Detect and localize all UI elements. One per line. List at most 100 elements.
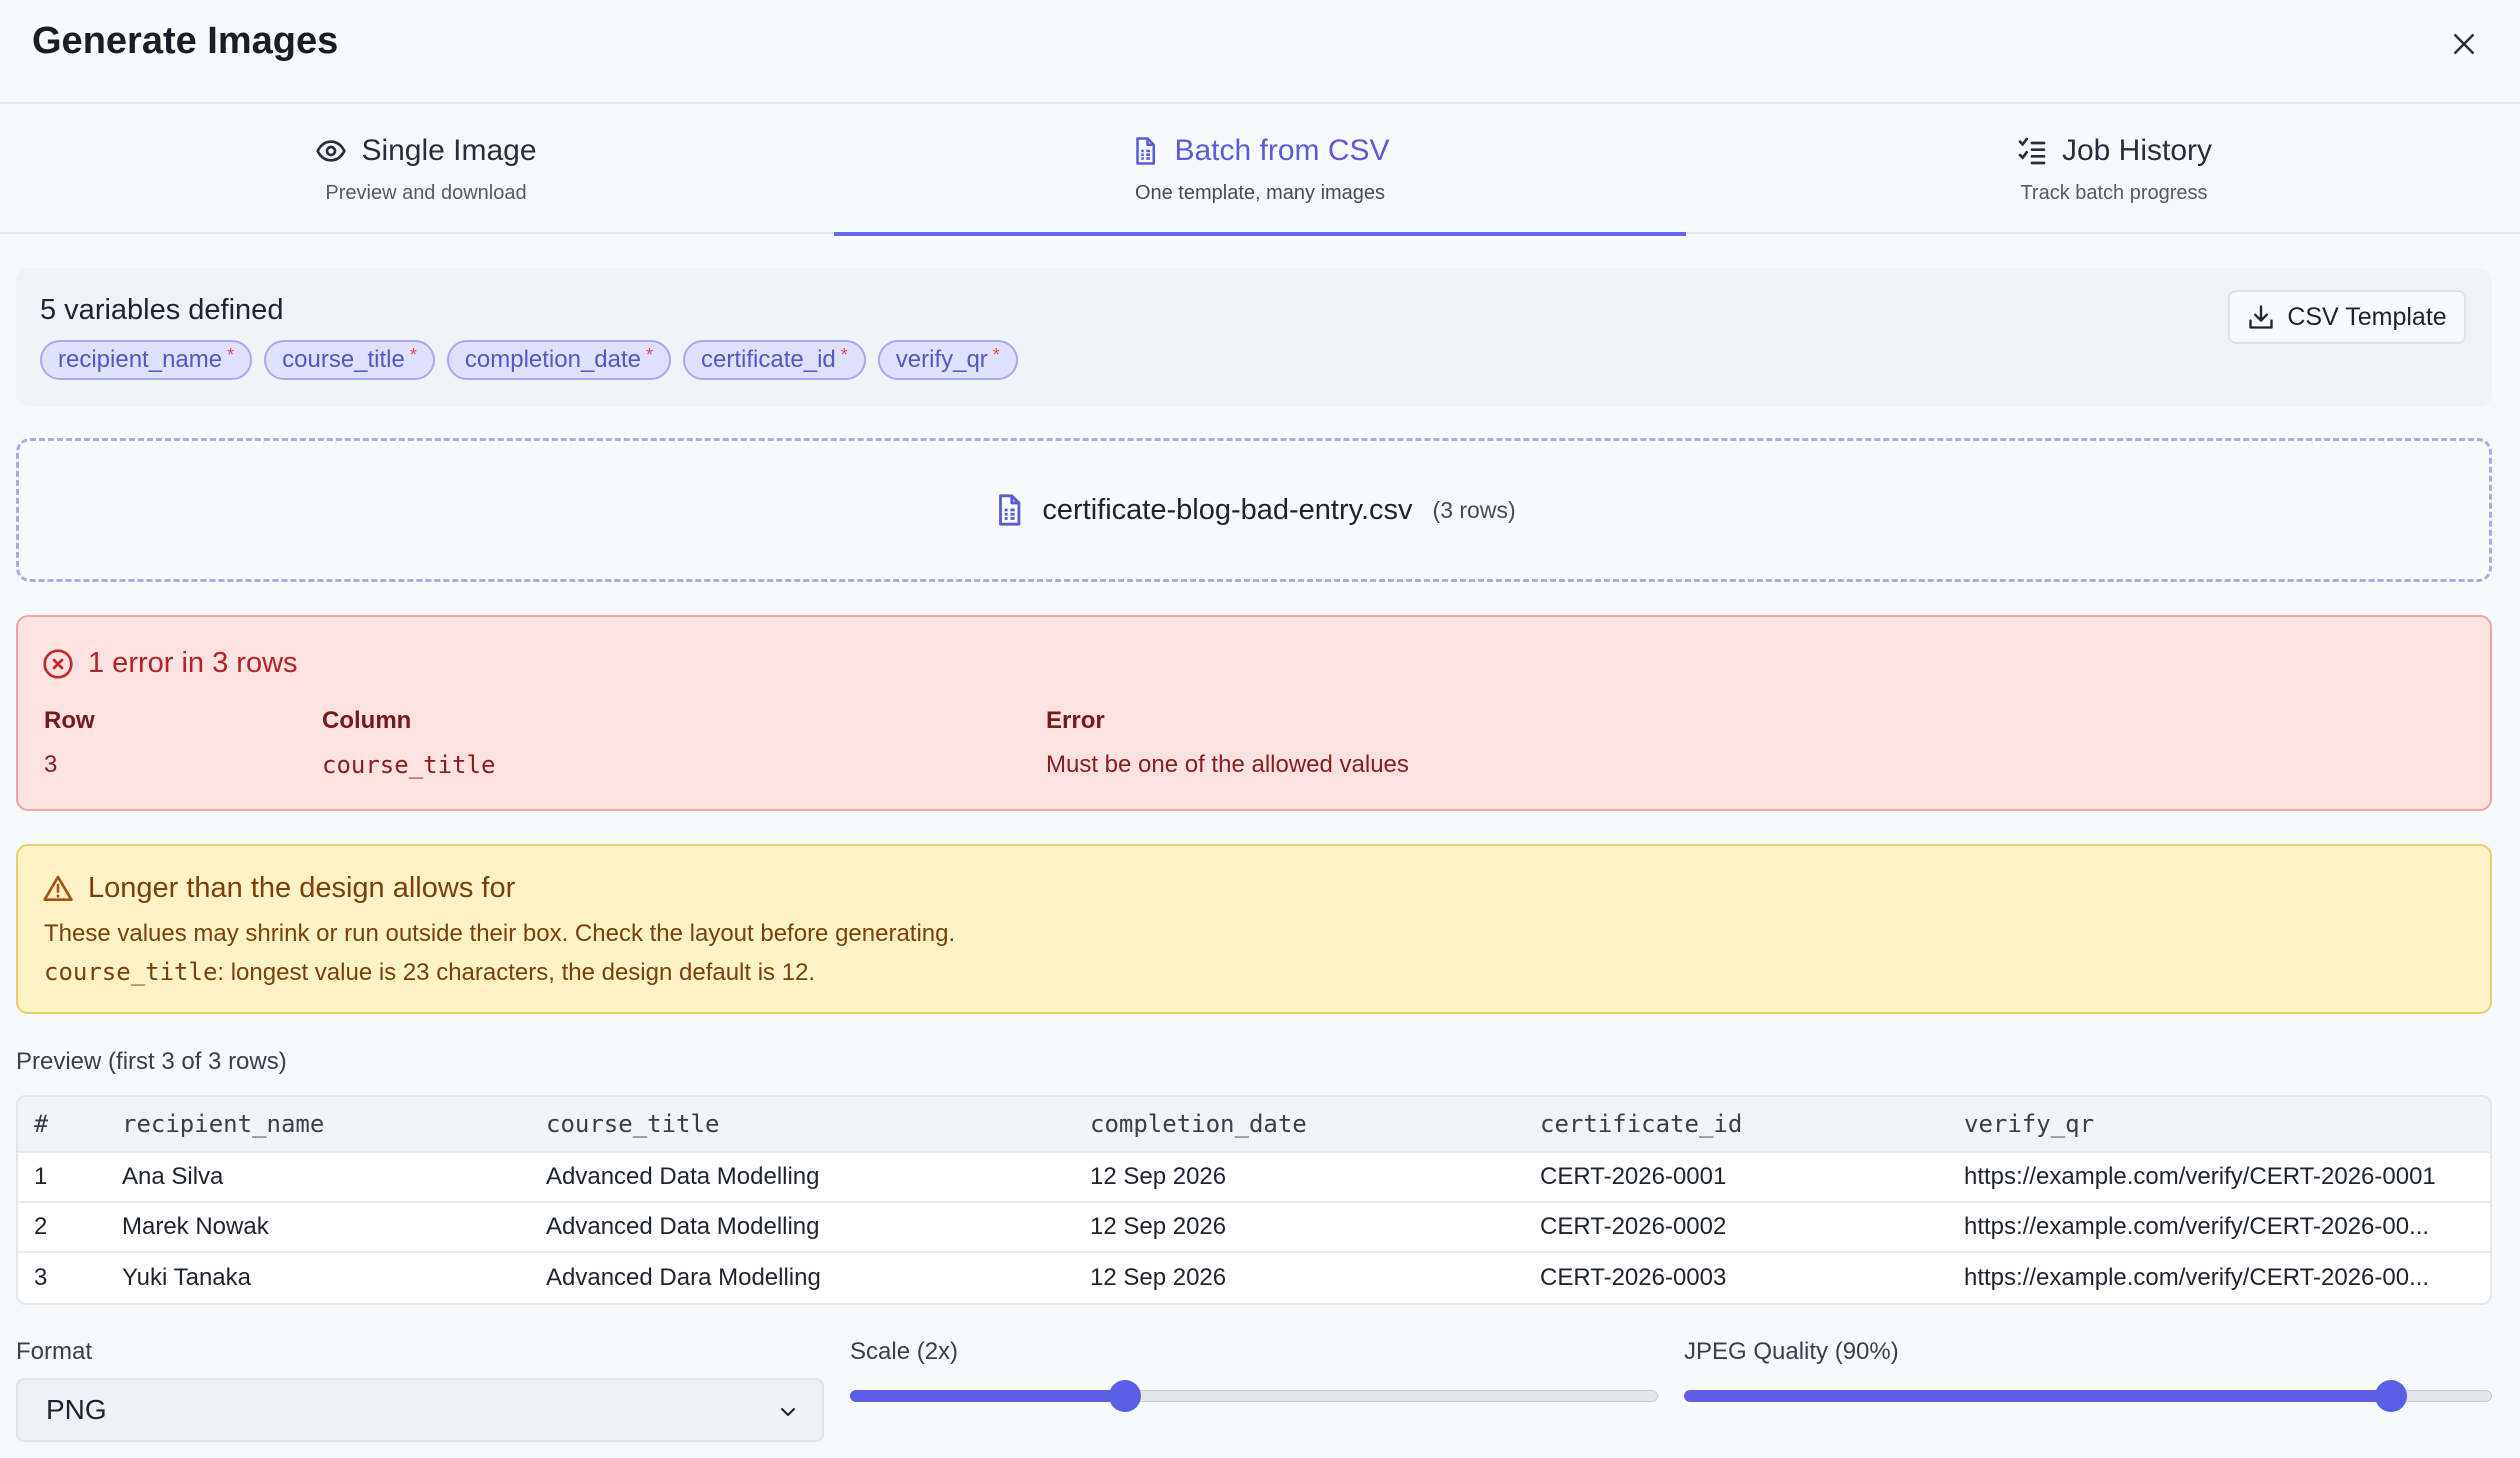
variable-chip[interactable]: recipient_name * (40, 340, 253, 380)
column-header: completion_date (1090, 1110, 1307, 1138)
chip-label: certificate_id (701, 346, 836, 373)
table-cell: Advanced Data Modelling (546, 1163, 820, 1190)
tab-batch-from-csv[interactable]: Batch from CSV One template, many images (834, 104, 1686, 236)
error-message: Must be one of the allowed values (1046, 751, 1409, 778)
warning-detail-text: : longest value is 23 characters, the de… (217, 959, 816, 986)
warning-title: Longer than the design allows for (42, 872, 515, 905)
error-circle-icon (43, 648, 73, 679)
eye-icon (316, 139, 347, 162)
table-cell: 12 Sep 2026 (1090, 1213, 1227, 1240)
warning-triangle-icon (43, 875, 73, 901)
table-header-row: # recipient_name course_title completion… (18, 1097, 2490, 1153)
table-cell: 2 (34, 1213, 48, 1240)
table-cell: 12 Sep 2026 (1090, 1264, 1227, 1291)
scale-slider[interactable] (850, 1378, 1658, 1412)
tab-label: Job History (2061, 133, 2213, 167)
table-cell: https://example.com/verify/CERT-2026-00.… (1964, 1213, 2430, 1240)
error-column-name: course_title (322, 751, 496, 779)
error-header-row: Row (44, 707, 95, 734)
error-header-error: Error (1046, 707, 1105, 734)
chip-label: course_title (282, 346, 405, 373)
table-row: 2 Marek Nowak Advanced Data Modelling 12… (18, 1203, 2490, 1253)
tab-job-history[interactable]: Job History Track batch progress (1688, 104, 2520, 234)
format-select[interactable]: PNG (16, 1378, 824, 1442)
list-checks-icon (2018, 137, 2046, 164)
slider-fill (1684, 1390, 2391, 1402)
required-asterisk: * (646, 344, 654, 365)
slider-thumb[interactable] (2375, 1380, 2407, 1412)
close-icon (2454, 34, 2474, 54)
slider-fill (850, 1390, 1125, 1402)
table-row: 1 Ana Silva Advanced Data Modelling 12 S… (18, 1153, 2490, 1203)
column-header: # (34, 1110, 49, 1138)
error-title: 1 error in 3 rows (42, 647, 298, 680)
uploaded-row-count: (3 rows) (1432, 496, 1516, 523)
required-asterisk: * (840, 344, 848, 365)
tab-subtitle: Preview and download (325, 181, 527, 204)
slider-thumb[interactable] (1108, 1380, 1141, 1412)
jpeg-quality-slider[interactable] (1684, 1378, 2492, 1412)
table-cell: 12 Sep 2026 (1090, 1163, 1227, 1190)
csv-dropzone[interactable]: certificate-blog-bad-entry.csv (3 rows) (16, 438, 2492, 582)
required-asterisk: * (992, 344, 1000, 365)
table-cell: 3 (34, 1264, 48, 1291)
variable-chip[interactable]: certificate_id * (683, 340, 866, 380)
preview-label: Preview (first 3 of 3 rows) (16, 1048, 287, 1075)
close-button[interactable] (2442, 22, 2486, 66)
error-row-number: 3 (44, 751, 58, 778)
table-cell: CERT-2026-0002 (1540, 1213, 1727, 1240)
table-cell: CERT-2026-0001 (1540, 1163, 1727, 1190)
chip-label: recipient_name (58, 346, 223, 373)
tab-label: Single Image (361, 133, 537, 167)
csv-template-label: CSV Template (2287, 302, 2447, 331)
scale-label: Scale (2x) (850, 1338, 959, 1365)
chip-label: verify_qr (895, 346, 988, 373)
chip-label: completion_date (464, 346, 641, 373)
dialog-title: Generate Images (32, 20, 339, 62)
tab-subtitle: One template, many images (1134, 181, 1386, 204)
table-cell: Advanced Dara Modelling (546, 1264, 821, 1291)
csv-template-button[interactable]: CSV Template (2228, 290, 2466, 344)
variable-chip[interactable]: completion_date * (446, 340, 672, 380)
chevron-down-icon (781, 1408, 795, 1416)
column-header: course_title (546, 1110, 720, 1138)
variables-count: 5 variables defined (40, 294, 284, 326)
warning-title-text: Longer than the design allows for (88, 872, 516, 904)
length-warning: Longer than the design allows for These … (16, 844, 2492, 1014)
warning-description: These values may shrink or run outside t… (44, 920, 956, 947)
table-cell: CERT-2026-0003 (1540, 1264, 1727, 1291)
validation-errors: 1 error in 3 rows Row Column Error 3 cou… (16, 615, 2492, 811)
variables-panel: 5 variables defined recipient_name * cour… (16, 268, 2492, 406)
dialog-header: Generate Images (0, 0, 2520, 104)
required-asterisk: * (227, 344, 235, 365)
format-value: PNG (46, 1394, 107, 1425)
tab-single-image[interactable]: Single Image Preview and download (0, 104, 852, 234)
table-cell: 1 (34, 1163, 48, 1190)
table-row: 3 Yuki Tanaka Advanced Dara Modelling 12… (18, 1253, 2490, 1303)
table-cell: Ana Silva (122, 1163, 224, 1190)
variable-chip[interactable]: course_title * (264, 340, 435, 380)
format-label: Format (16, 1338, 93, 1365)
warning-detail: course_title: longest value is 23 charac… (44, 958, 815, 987)
column-header: recipient_name (122, 1110, 325, 1138)
file-spreadsheet-icon (999, 494, 1021, 526)
variable-chips: recipient_name * course_title * completion… (40, 340, 1018, 380)
column-header: certificate_id (1540, 1110, 1743, 1138)
jpeg-quality-label: JPEG Quality (90%) (1684, 1338, 1899, 1365)
preview-table: # recipient_name course_title completion… (16, 1095, 2492, 1305)
table-cell: Marek Nowak (122, 1213, 269, 1240)
tab-subtitle: Track batch progress (2020, 181, 2208, 204)
download-icon (2249, 305, 2273, 329)
table-cell: https://example.com/verify/CERT-2026-000… (1964, 1163, 2436, 1190)
warning-field-name: course_title (44, 958, 218, 986)
error-header-column: Column (322, 707, 412, 734)
variable-chip[interactable]: verify_qr * (877, 340, 1018, 380)
table-cell: Yuki Tanaka (122, 1264, 251, 1291)
table-cell: Advanced Data Modelling (546, 1213, 820, 1240)
table-cell: https://example.com/verify/CERT-2026-00.… (1964, 1264, 2430, 1291)
tab-label: Batch from CSV (1174, 133, 1390, 167)
tab-bar: Single Image Preview and download Batch … (0, 104, 2520, 236)
uploaded-filename: certificate-blog-bad-entry.csv (1042, 493, 1413, 526)
error-title-text: 1 error in 3 rows (88, 647, 298, 679)
required-asterisk: * (409, 344, 417, 365)
